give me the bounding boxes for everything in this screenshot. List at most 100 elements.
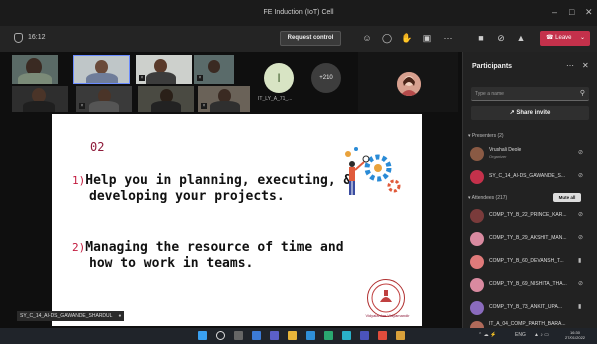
widgets-icon[interactable] [252,331,261,340]
mute-all-button[interactable]: Mute all [553,193,581,202]
mic-off-icon: × [139,75,145,81]
more-options-icon[interactable]: ⋯ [566,61,574,70]
close-icon[interactable]: ✕ [585,7,593,17]
participant-row[interactable]: SY_C_14_AI-DS_GAWANDE_S... ⊘ [470,167,594,187]
participant-name: COMP_TY_B_60_DEVANSH_T... [489,258,564,264]
maximize-icon[interactable]: □ [569,7,574,17]
attendees-section-header[interactable]: ▾ Attendees (217) [468,195,507,201]
app-icon[interactable] [396,331,405,340]
participant-body [210,101,240,112]
windows-start-icon[interactable] [198,331,207,340]
camera-off-icon[interactable]: ■ [474,32,488,45]
video-tile[interactable] [12,86,68,112]
chat-icon[interactable]: ◯ [380,32,394,45]
store-icon[interactable] [324,331,333,340]
edge-icon[interactable] [306,331,315,340]
participant-body [86,73,118,83]
network-volume-icon[interactable]: ▲ ♪ ▭ [534,332,549,338]
mic-icon: ● [118,313,122,319]
teams-chat-icon[interactable] [270,331,279,340]
task-view-icon[interactable] [234,331,243,340]
more-participants-button[interactable]: +210 [311,63,341,93]
mic-off-icon: ⊘ [578,173,584,179]
participant-row[interactable]: Vrushali Deole Organizer ⊘ [470,144,594,164]
video-tile[interactable] [73,55,130,84]
close-panel-icon[interactable]: ✕ [582,61,589,70]
participant-search[interactable]: ⚲ [471,87,589,101]
avatar [397,72,421,96]
presenters-section-header[interactable]: ▾ Presenters (2) [468,133,504,139]
participant-row[interactable]: COMP_TY_B_60_DEVANSH_T... ▮ [470,252,594,272]
presenter-name: SY_C_14_AI-DS_GAWANDE_SHARDUL [20,313,113,319]
video-tile[interactable]: × [76,86,132,112]
participant-body [146,72,176,84]
avatar [470,301,484,315]
video-tile[interactable]: × [194,55,234,84]
slide-point-2: 2)Managing the resource of time and [72,240,344,256]
meeting-timer: 16:12 [28,34,46,41]
raise-hand-icon[interactable]: ✋ [400,32,414,45]
participant-name: SY_C_14_AI-DS_GAWANDE_S... [489,173,566,179]
person-with-gears-illustration [342,144,402,198]
pinned-participant-tile[interactable] [358,52,458,112]
point-text: Help you in planning, executing, & [85,173,352,188]
file-explorer-icon[interactable] [288,331,297,340]
meeting-stage: × × × × I IT_LY_A_71_... +210 02 1)Help … [0,52,462,328]
video-tile[interactable]: × [136,55,192,84]
search-input[interactable] [475,89,575,99]
participant-row[interactable]: COMP_TY_B_73_ANKIT_UPA... ▮ [470,298,594,318]
search-icon[interactable] [216,331,225,340]
slide-point-1-cont: developing your projects. [89,189,285,204]
participant-name: COMP_TY_B_73_ANKIT_UPA... [489,304,562,310]
minimize-icon[interactable]: – [552,7,557,17]
mic-off-icon: × [79,103,85,109]
participant-row[interactable]: COMP_TY_B_69_NISHITA_THA... ⊘ [470,275,594,295]
avatar [470,170,484,184]
mic-off-icon: ⊘ [578,235,584,241]
request-control-button[interactable]: Request control [280,31,341,46]
participant-body [151,101,181,112]
participant-name: Vrushali Deole [489,147,522,153]
leave-button[interactable]: ☎ Leave ⌄ [540,31,590,46]
avatar [470,321,484,328]
participant-row[interactable]: COMP_TY_B_29_AKSHIT_MAN... ⊘ [470,229,594,249]
avatar [470,255,484,269]
meeting-toolbar: 16:12 Request control ☺ ◯ ✋ ▣ ⋯ ■ ⊘ ▲ ☎ … [0,26,597,52]
more-icon[interactable]: ⋯ [441,32,455,45]
tray-icons[interactable]: ⌃ ☁ ⚡ [478,332,496,338]
system-clock[interactable]: 16:30 27/01/2022 [565,330,585,340]
share-invite-label: Share invite [516,110,551,116]
video-tile[interactable]: × [198,86,250,112]
point-number: 2) [72,241,86,254]
participant-row[interactable]: COMP_TY_B_22_PRINCE_KAR... ⊘ [470,206,594,226]
point-number: 1) [72,174,86,187]
leave-label: Leave [555,35,572,41]
participant-avatar-name: IT_LY_A_71_... [258,96,293,102]
clock-date: 27/01/2022 [565,335,586,340]
app-icon[interactable] [342,331,351,340]
rooms-icon[interactable]: ▣ [420,32,434,45]
mic-off-icon[interactable]: ⊘ [494,32,508,45]
participant-name: COMP_TY_B_69_NISHITA_THA... [489,281,567,287]
panel-title: Participants [472,63,513,70]
participant-name: COMP_TY_B_22_PRINCE_KAR... [489,212,567,218]
participant-head [95,60,108,74]
participant-head [154,59,167,73]
video-tile[interactable] [12,55,58,84]
participant-head [208,60,220,73]
participant-avatar[interactable]: I [264,63,294,93]
mic-icon: ▮ [578,304,582,310]
people-icon[interactable]: ☺ [360,32,374,45]
teams-icon[interactable] [360,331,369,340]
language-indicator[interactable]: ENG [515,332,526,338]
windows-taskbar: ⌃ ☁ ⚡ ENG ▲ ♪ ▭ 16:30 27/01/2022 [0,328,597,344]
chrome-icon[interactable] [378,331,387,340]
presenter-name-tag: SY_C_14_AI-DS_GAWANDE_SHARDUL ● [17,311,125,321]
avatar [470,147,484,161]
share-invite-button[interactable]: ↗ Share invite [471,106,589,120]
participant-role: Organizer [489,154,507,159]
share-screen-icon[interactable]: ▲ [514,32,528,45]
participant-name: IT_A_04_COMP_PARTH_BARA... [489,321,566,327]
participant-row[interactable]: IT_A_04_COMP_PARTH_BARA... [470,318,594,328]
video-tile[interactable] [138,86,194,112]
